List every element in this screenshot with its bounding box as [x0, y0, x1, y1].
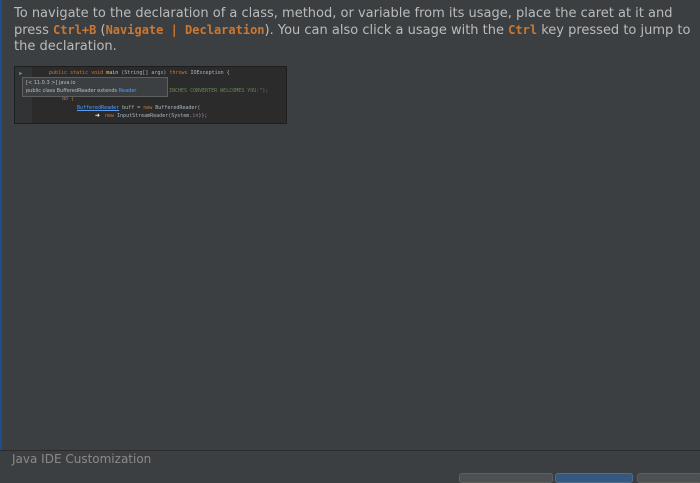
- popup-line: [< 11.0.3 >] java.io: [26, 80, 76, 86]
- shortcut-ctrl: Ctrl: [508, 23, 538, 37]
- action-navigate-declaration: Navigate | Declaration: [105, 23, 265, 37]
- code-token: main: [106, 70, 119, 76]
- footer-button-left[interactable]: [459, 473, 553, 483]
- tip-text: To navigate to the declaration of a clas…: [14, 6, 698, 55]
- code-token: new: [143, 105, 153, 111]
- popup-text: public class BufferedReader extends: [26, 88, 119, 94]
- quick-info-popup: [< 11.0.3 >] java.io public class Buffer…: [22, 77, 168, 97]
- code-token: (String[] args): [118, 70, 170, 76]
- code-line-1: public static void main (String[] args) …: [49, 70, 230, 76]
- code-token: buff =: [119, 105, 144, 111]
- footer-title: Java IDE Customization: [12, 452, 152, 466]
- code-line-2: INCHES CONVERTER WELCOMES YOU:");: [169, 88, 268, 94]
- code-token: InputStreamReader(System.: [114, 113, 193, 119]
- code-line-5: new InputStreamReader(System.in));: [105, 113, 207, 119]
- footer-button-primary[interactable]: [555, 473, 633, 483]
- tip-text-part: ). You can also click a usage with the: [264, 23, 509, 38]
- shortcut-ctrl-b: Ctrl+B: [53, 23, 97, 37]
- code-token: public static void: [49, 70, 107, 76]
- code-snippet-image: ▶ public static void main (String[] args…: [14, 66, 287, 124]
- code-token: ));: [198, 113, 208, 119]
- code-token: INCHES CONVERTER WELCOMES YOU:");: [169, 88, 269, 94]
- footer-button-right[interactable]: [637, 473, 700, 483]
- tip-content: To navigate to the declaration of a clas…: [14, 0, 698, 450]
- code-token: new: [105, 113, 115, 119]
- popup-link: Reader: [118, 88, 137, 94]
- tip-text-part: (: [96, 23, 106, 38]
- code-token: BufferedReader(: [152, 105, 201, 111]
- code-token: throws: [169, 70, 188, 76]
- mouse-pointer-icon: ➜: [95, 111, 100, 120]
- popup-line: public class BufferedReader extends Read…: [26, 87, 164, 95]
- left-edge-accent: [0, 0, 2, 478]
- code-token: IOException {: [187, 70, 230, 76]
